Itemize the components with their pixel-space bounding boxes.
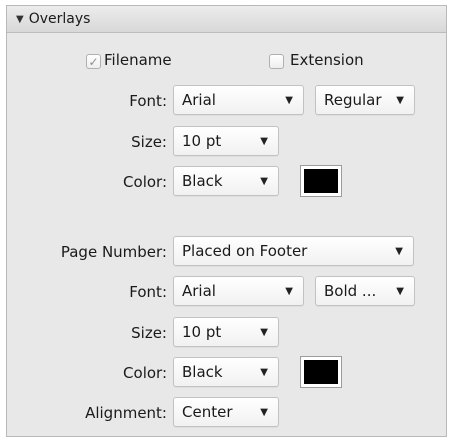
page-number-style-select[interactable]: Bold ... ▼: [315, 276, 415, 306]
page-number-value: Placed on Footer: [182, 242, 308, 260]
filename-color-value: Black: [182, 172, 223, 190]
page-number-select[interactable]: Placed on Footer ▼: [173, 236, 414, 266]
color-swatch-fill: [304, 169, 338, 193]
filename-label: Filename: [104, 51, 172, 69]
triangle-down-icon: ▼: [260, 366, 268, 378]
filename-font-value: Arial: [182, 91, 216, 109]
page-number-size-value: 10 pt: [182, 323, 222, 341]
section-title: Overlays: [28, 11, 91, 27]
page-number-font-value: Arial: [182, 282, 216, 300]
checkmark-icon: ✓: [88, 54, 99, 69]
triangle-down-icon: ▼: [260, 175, 268, 187]
extension-label: Extension: [290, 51, 364, 69]
alignment-value: Center: [182, 403, 233, 421]
filename-size-label: Size:: [131, 133, 167, 151]
disclosure-triangle-down-icon[interactable]: ▼: [16, 14, 24, 25]
color-swatch-fill: [304, 360, 338, 384]
page-number-size-label: Size:: [131, 324, 167, 342]
filename-style-select[interactable]: Regular ▼: [315, 85, 415, 115]
triangle-down-icon: ▼: [395, 245, 403, 257]
page-number-color-swatch[interactable]: [300, 356, 342, 388]
filename-color-label: Color:: [123, 173, 167, 191]
page-number-font-select[interactable]: Arial ▼: [173, 276, 304, 306]
filename-color-swatch[interactable]: [300, 165, 342, 197]
filename-font-select[interactable]: Arial ▼: [173, 85, 304, 115]
triangle-down-icon: ▼: [260, 326, 268, 338]
triangle-down-icon: ▼: [285, 94, 293, 106]
triangle-down-icon: ▼: [285, 285, 293, 297]
page-number-color-label: Color:: [123, 364, 167, 382]
filename-font-label: Font:: [129, 92, 167, 110]
filename-style-value: Regular: [324, 91, 382, 109]
filename-color-select[interactable]: Black ▼: [173, 166, 279, 196]
triangle-down-icon: ▼: [260, 406, 268, 418]
triangle-down-icon: ▼: [396, 285, 404, 297]
extension-checkbox[interactable]: [269, 54, 284, 69]
overlays-section-header[interactable]: ▼ Overlays: [7, 6, 446, 33]
page-number-color-select[interactable]: Black ▼: [173, 357, 279, 387]
triangle-down-icon: ▼: [260, 135, 268, 147]
overlays-panel: ▼ Overlays ✓ Filename Extension Font: Ar…: [6, 5, 447, 437]
alignment-select[interactable]: Center ▼: [173, 397, 279, 427]
page-number-size-select[interactable]: 10 pt ▼: [173, 317, 279, 347]
page-number-style-value: Bold ...: [324, 282, 377, 300]
page-number-font-label: Font:: [129, 283, 167, 301]
filename-checkbox[interactable]: ✓: [86, 54, 101, 69]
page-number-label: Page Number:: [60, 243, 167, 261]
filename-size-select[interactable]: 10 pt ▼: [173, 126, 279, 156]
page-number-color-value: Black: [182, 363, 223, 381]
triangle-down-icon: ▼: [396, 94, 404, 106]
alignment-label: Alignment:: [85, 404, 167, 422]
filename-size-value: 10 pt: [182, 132, 222, 150]
